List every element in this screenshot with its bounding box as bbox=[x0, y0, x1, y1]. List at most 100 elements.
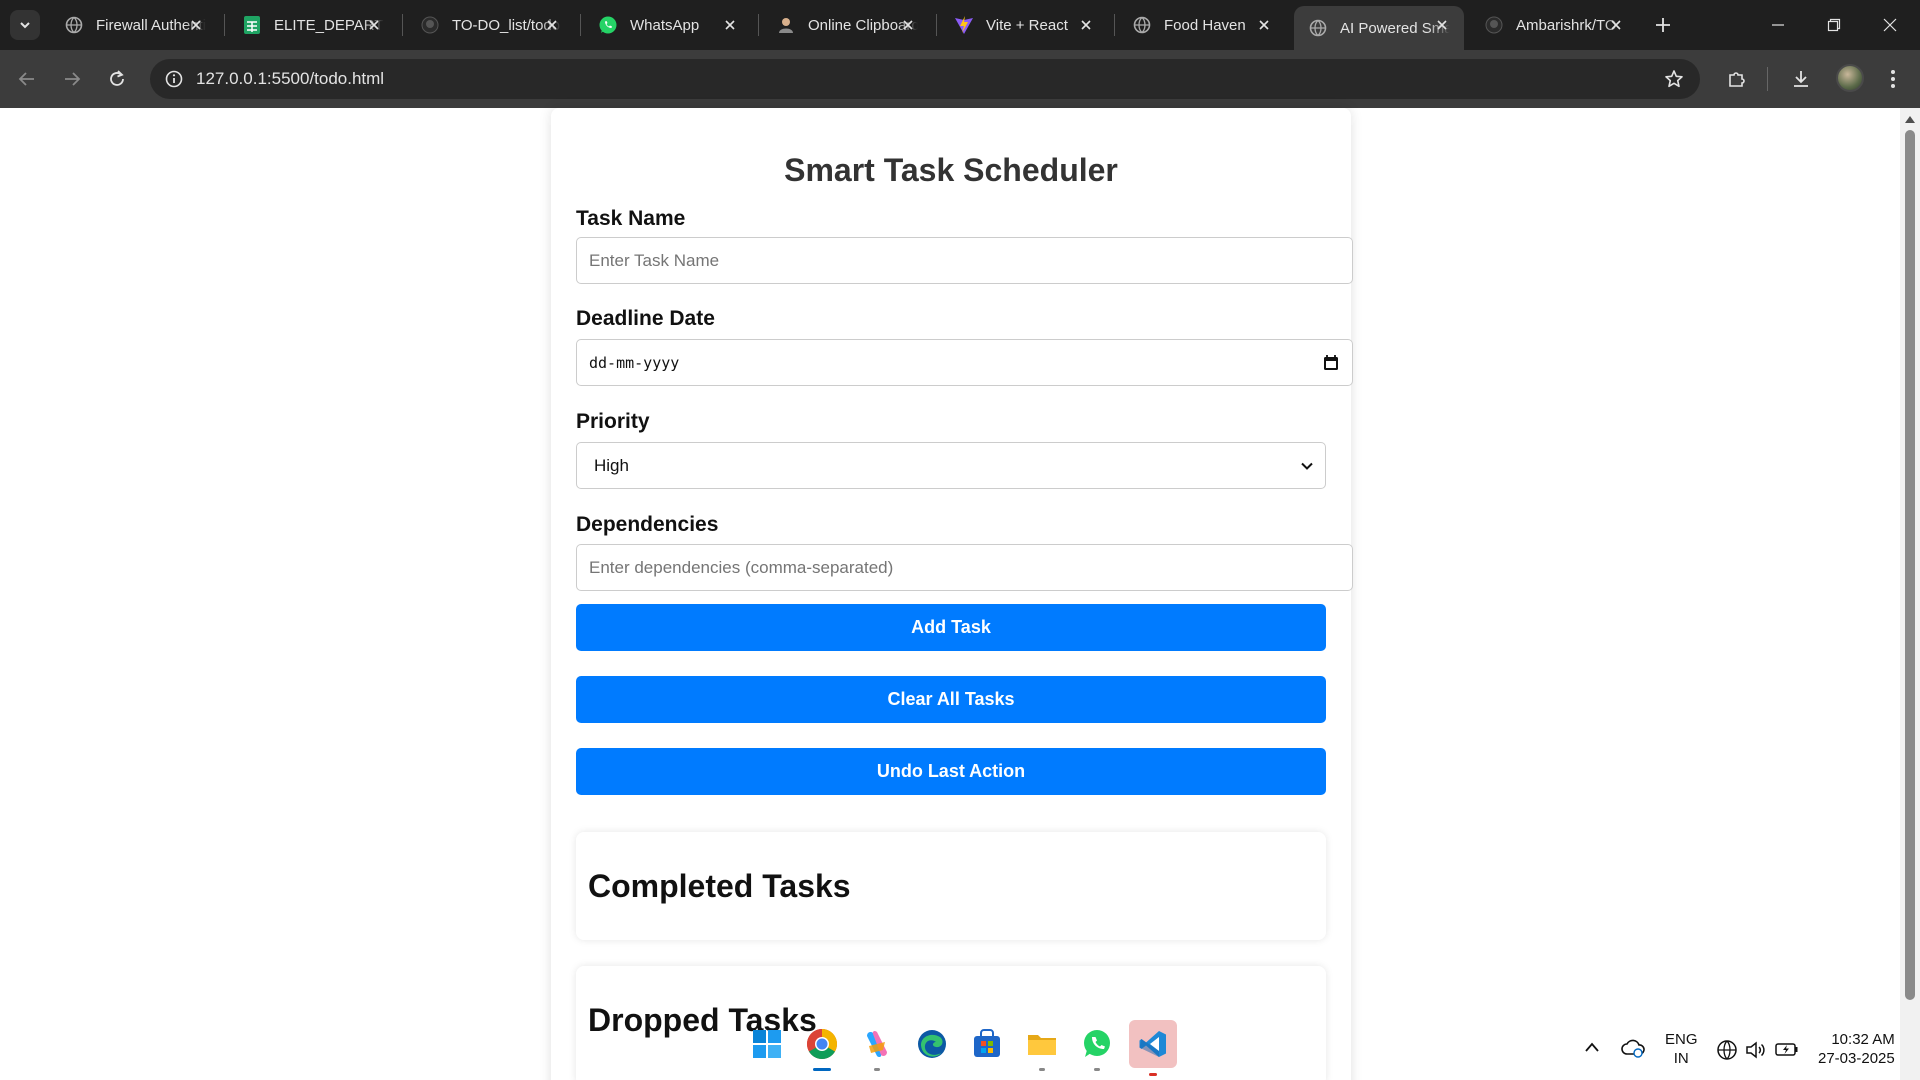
person-icon bbox=[776, 15, 796, 35]
close-icon[interactable] bbox=[186, 15, 206, 35]
new-tab-button[interactable] bbox=[1650, 12, 1676, 38]
clock-time: 10:32 AM bbox=[1831, 1031, 1895, 1048]
globe-icon bbox=[1308, 18, 1328, 38]
chevron-down-icon bbox=[20, 22, 30, 29]
address-bar[interactable]: 127.0.0.1:5500/todo.html bbox=[150, 59, 1700, 99]
close-icon[interactable] bbox=[1432, 15, 1452, 35]
language-indicator[interactable]: ENG IN bbox=[1665, 1030, 1698, 1068]
minimize-button[interactable] bbox=[1750, 0, 1806, 50]
running-indicator bbox=[874, 1068, 880, 1071]
vertical-scrollbar[interactable] bbox=[1900, 108, 1920, 1080]
tab-search-button[interactable] bbox=[10, 10, 40, 40]
tab-food-haven[interactable]: Food Haven bbox=[1118, 6, 1286, 44]
store-icon[interactable] bbox=[968, 1025, 1006, 1063]
tab-vite-react[interactable]: Vite + React bbox=[940, 6, 1108, 44]
priority-select[interactable]: High bbox=[576, 442, 1326, 489]
close-icon[interactable] bbox=[1076, 15, 1096, 35]
tab-whatsapp[interactable]: WhatsApp bbox=[584, 6, 752, 44]
tab-strip: Firewall Authentication ELITE_DEPARTMENT… bbox=[0, 0, 1920, 50]
arrow-left-icon bbox=[18, 72, 34, 86]
windows-start-icon[interactable] bbox=[748, 1025, 786, 1063]
tab-ai-powered-smart[interactable]: AI Powered Smart bbox=[1294, 6, 1464, 50]
tab-elite-department[interactable]: ELITE_DEPARTMENT bbox=[228, 6, 396, 44]
back-button[interactable] bbox=[12, 64, 42, 94]
running-indicator bbox=[1149, 1073, 1157, 1076]
forward-button[interactable] bbox=[57, 64, 87, 94]
scroll-thumb[interactable] bbox=[1905, 130, 1915, 1000]
volume-icon[interactable] bbox=[1745, 1040, 1767, 1064]
clear-all-tasks-button[interactable]: Clear All Tasks bbox=[576, 676, 1326, 723]
vscode-icon[interactable] bbox=[1129, 1020, 1177, 1076]
copilot-icon[interactable] bbox=[858, 1025, 896, 1071]
battery-icon[interactable] bbox=[1775, 1041, 1799, 1061]
restore-button[interactable] bbox=[1806, 0, 1862, 50]
deadline-label: Deadline Date bbox=[576, 307, 715, 330]
tab-separator bbox=[402, 14, 403, 36]
dropped-tasks-section: Dropped Tasks bbox=[576, 966, 1326, 1080]
close-icon[interactable] bbox=[1606, 15, 1626, 35]
page-title: Smart Task Scheduler bbox=[784, 152, 1118, 188]
deadline-date-input[interactable]: dd-mm-yyyy bbox=[576, 339, 1353, 386]
network-icon[interactable] bbox=[1716, 1039, 1738, 1065]
profile-avatar[interactable] bbox=[1836, 64, 1864, 92]
github-icon bbox=[420, 15, 440, 35]
language-secondary: IN bbox=[1673, 1050, 1689, 1067]
tab-separator bbox=[758, 14, 759, 36]
close-icon[interactable] bbox=[898, 15, 918, 35]
file-explorer-icon[interactable] bbox=[1023, 1025, 1061, 1071]
reload-button[interactable] bbox=[102, 64, 132, 94]
close-icon[interactable] bbox=[542, 15, 562, 35]
whatsapp-icon[interactable] bbox=[1078, 1025, 1116, 1071]
priority-selected-value: High bbox=[594, 455, 629, 475]
completed-tasks-section: Completed Tasks bbox=[576, 832, 1326, 940]
toolbar-divider bbox=[1767, 67, 1768, 91]
url-text[interactable]: 127.0.0.1:5500/todo.html bbox=[196, 69, 384, 89]
chrome-icon[interactable] bbox=[803, 1025, 841, 1071]
extensions-button[interactable] bbox=[1722, 64, 1752, 94]
tab-online-clipboard[interactable]: Online Clipboard bbox=[762, 6, 930, 44]
close-window-button[interactable] bbox=[1862, 0, 1918, 50]
tab-separator bbox=[224, 14, 225, 36]
clock[interactable]: 10:32 AM 27-03-2025 bbox=[1818, 1030, 1895, 1068]
menu-button[interactable] bbox=[1878, 64, 1908, 94]
task-name-input[interactable] bbox=[576, 237, 1353, 284]
tab-ambarishrk[interactable]: Ambarishrk/TO bbox=[1470, 6, 1638, 44]
arrow-right-icon bbox=[65, 72, 81, 86]
running-indicator bbox=[1039, 1068, 1045, 1071]
bookmark-star-icon[interactable] bbox=[1660, 65, 1688, 93]
close-icon[interactable] bbox=[1254, 15, 1274, 35]
dependencies-input[interactable] bbox=[576, 544, 1353, 591]
add-task-button[interactable]: Add Task bbox=[576, 604, 1326, 651]
task-name-label: Task Name bbox=[576, 207, 686, 230]
onedrive-icon[interactable] bbox=[1621, 1038, 1645, 1062]
deadline-date-value: dd-mm-yyyy bbox=[589, 353, 680, 372]
completed-tasks-heading: Completed Tasks bbox=[588, 868, 851, 904]
close-icon bbox=[1883, 18, 1897, 32]
edge-icon[interactable] bbox=[913, 1025, 951, 1063]
downloads-button[interactable] bbox=[1786, 64, 1816, 94]
tab-separator bbox=[936, 14, 937, 36]
tab-firewall[interactable]: Firewall Authentication bbox=[50, 6, 218, 44]
clock-date: 27-03-2025 bbox=[1818, 1050, 1895, 1067]
dependencies-label: Dependencies bbox=[576, 513, 719, 536]
vite-icon bbox=[954, 15, 974, 35]
undo-last-action-button[interactable]: Undo Last Action bbox=[576, 748, 1326, 795]
tab-separator bbox=[1114, 14, 1115, 36]
github-icon bbox=[1484, 15, 1504, 35]
scroll-up-arrow-icon[interactable] bbox=[1905, 116, 1915, 123]
tab-todo-list[interactable]: TO-DO_list/todo bbox=[406, 6, 574, 44]
reload-icon bbox=[110, 70, 124, 86]
scheduler-card: Smart Task Scheduler Task Name Deadline … bbox=[551, 108, 1353, 1080]
language-primary: ENG bbox=[1665, 1031, 1698, 1048]
site-info-icon[interactable] bbox=[160, 65, 188, 93]
show-hidden-icons-chevron-up-icon[interactable] bbox=[1584, 1040, 1600, 1057]
more-vertical-icon bbox=[1891, 70, 1895, 88]
close-icon[interactable] bbox=[720, 15, 740, 35]
calendar-icon[interactable] bbox=[1322, 354, 1340, 372]
download-icon bbox=[1794, 71, 1808, 87]
chevron-down-icon bbox=[1301, 462, 1313, 470]
minimize-icon bbox=[1772, 24, 1784, 26]
close-icon[interactable] bbox=[364, 15, 384, 35]
active-indicator bbox=[813, 1068, 831, 1071]
tab-separator bbox=[580, 14, 581, 36]
